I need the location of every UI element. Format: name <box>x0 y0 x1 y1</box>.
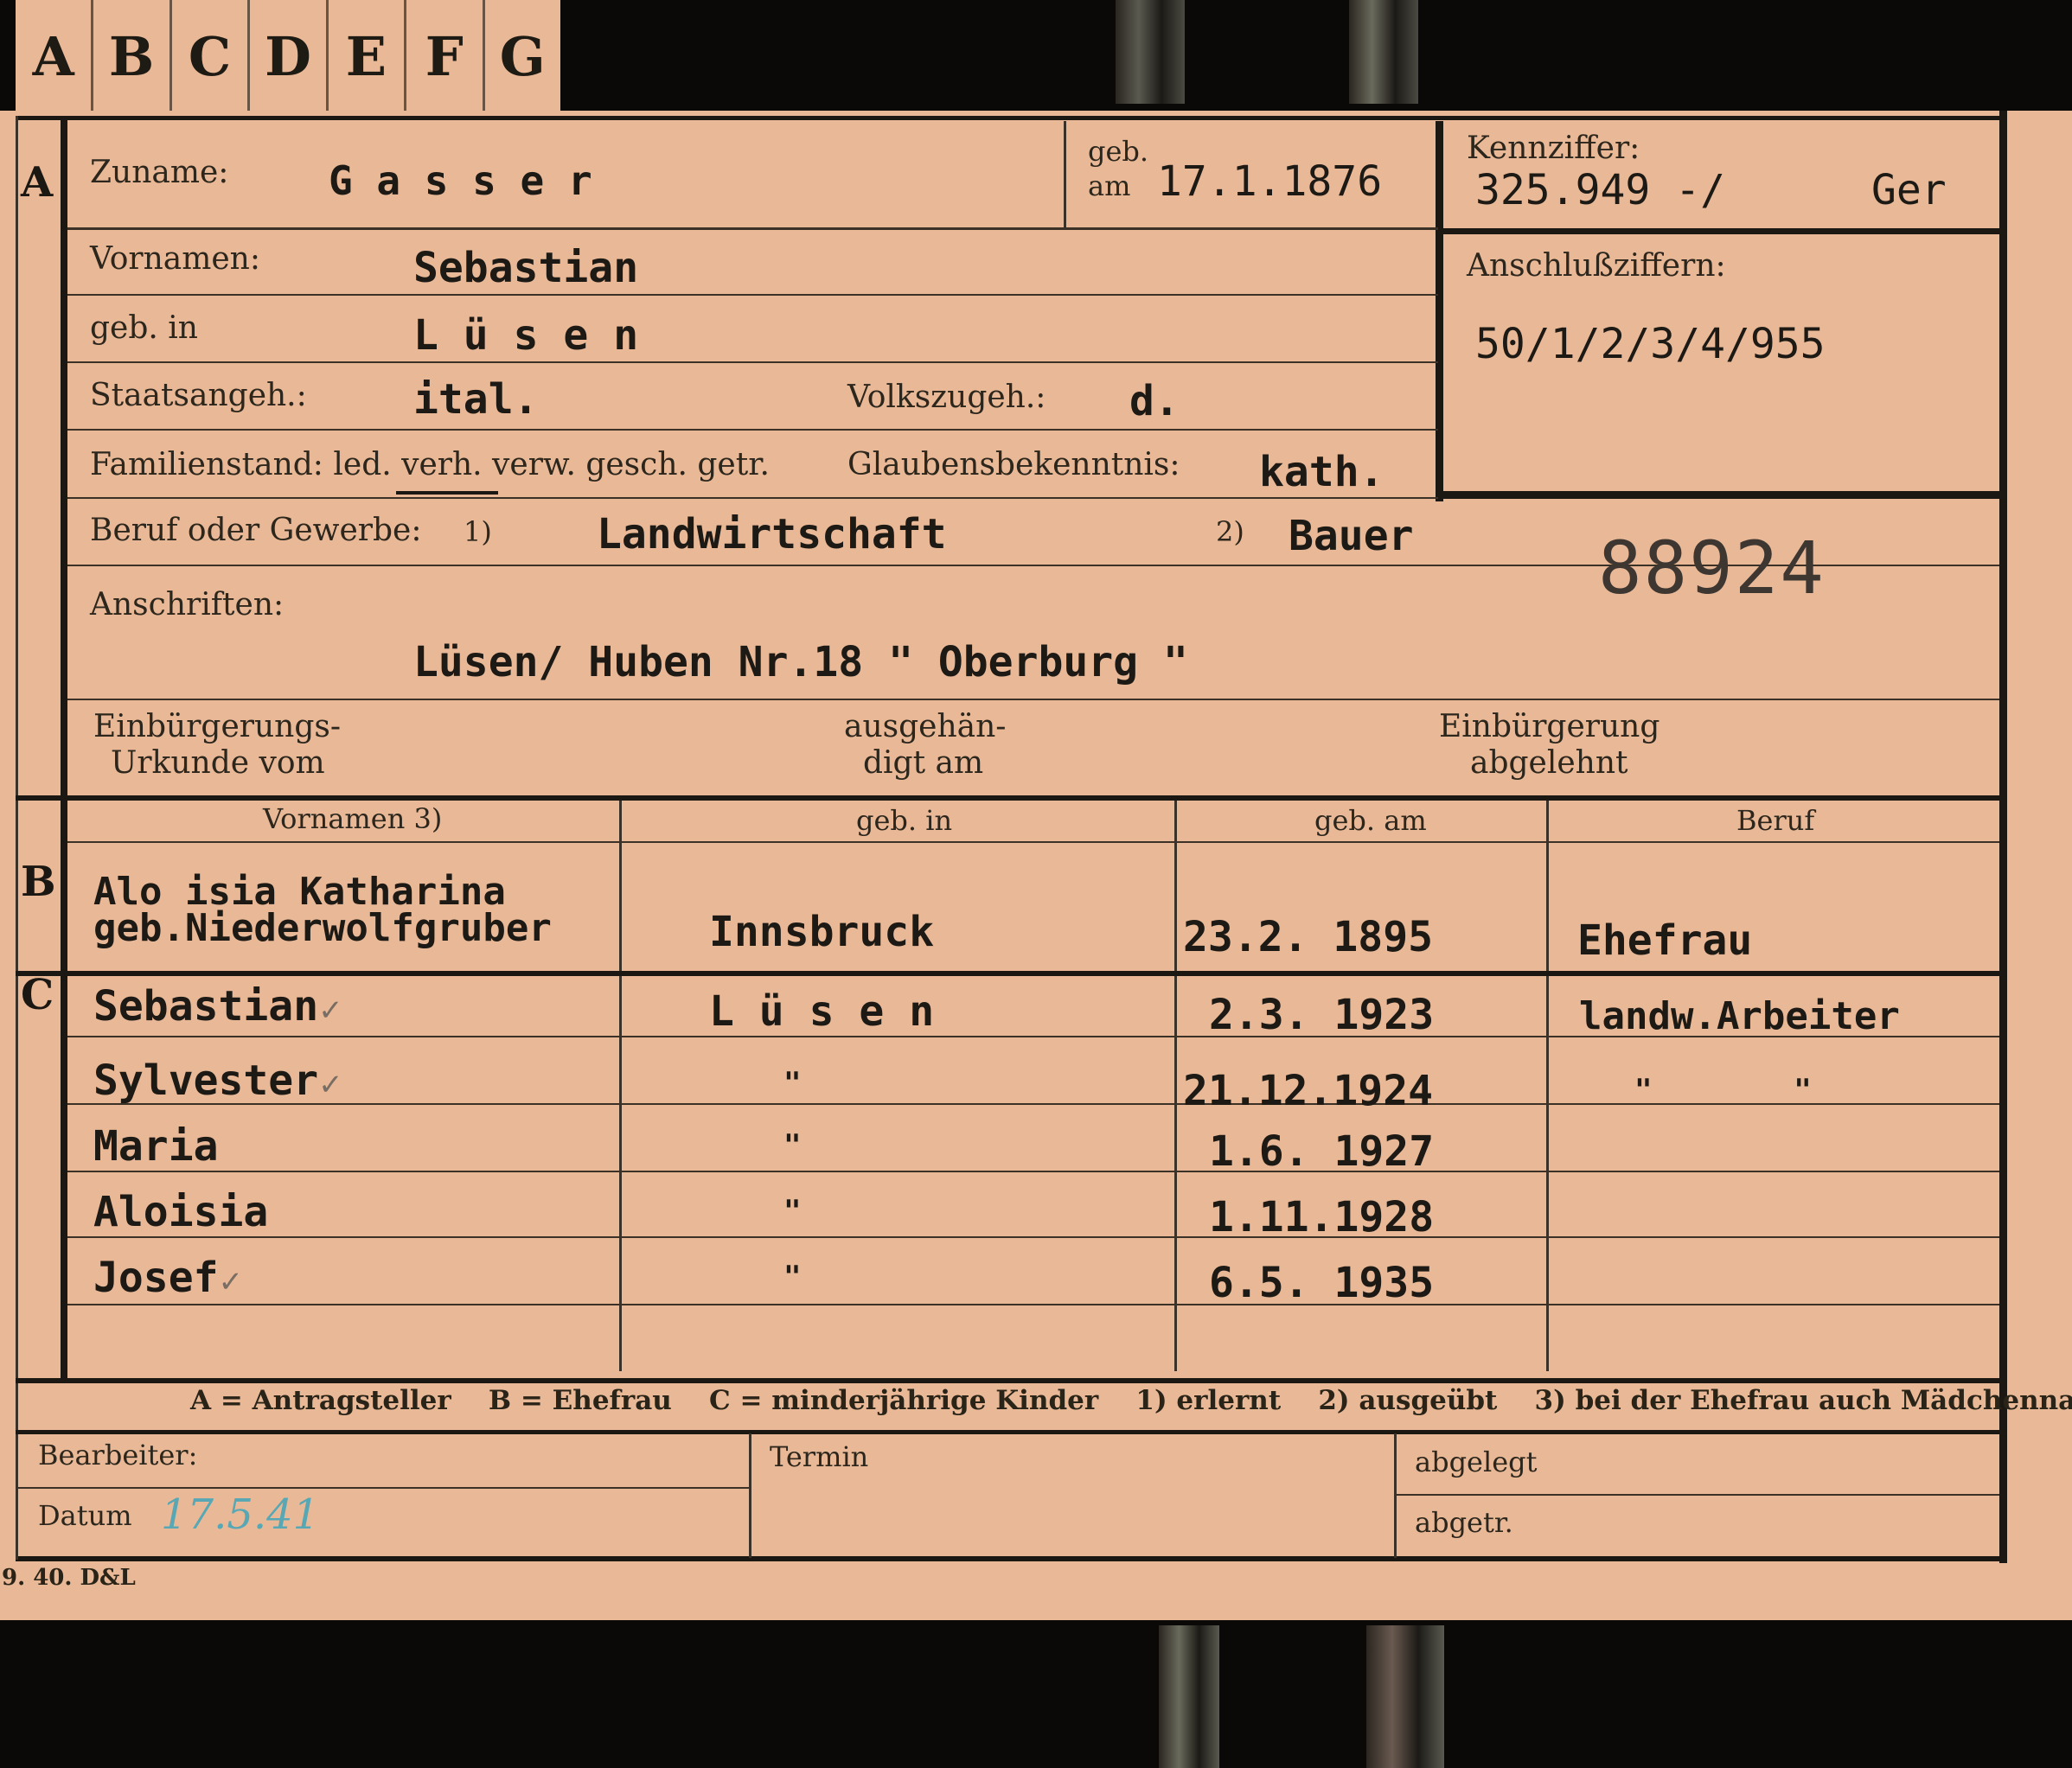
birthplace-label: geb. in <box>90 310 198 346</box>
deadline-label: Termin <box>770 1440 869 1473</box>
handwritten-date: 17.5.41 <box>161 1490 320 1539</box>
occupation-practiced-value: Bauer <box>1289 512 1414 560</box>
surname-label: Zuname: <box>90 155 229 190</box>
child-2-occupation: " " <box>1634 1073 1812 1107</box>
spouse-name-line-2: geb.Niederwolfgruber <box>93 906 552 950</box>
address-value: Lüsen/ Huben Nr.18 " Oberburg " <box>413 638 1188 686</box>
code-value: 325.949 -/ <box>1475 166 1725 214</box>
naturalization-label-2: Urkunde vom <box>111 745 325 781</box>
birth-label-am: am <box>1088 169 1131 202</box>
tab-d[interactable]: D <box>250 0 329 112</box>
number-stamp: 88924 <box>1598 526 1826 610</box>
child-4-name: Aloisia <box>93 1188 269 1236</box>
check-mark-icon: ✓ <box>318 1068 343 1102</box>
family-status-underline <box>396 491 498 495</box>
registration-card: A B C Zuname: G a s s e r geb. am 17.1.1… <box>0 111 2072 1620</box>
section-b-marker: B <box>21 858 56 906</box>
separated-label: abgetr. <box>1415 1506 1513 1539</box>
child-1-birthdate: 2.3. 1923 <box>1209 991 1435 1039</box>
tab-g[interactable]: G <box>485 0 560 112</box>
religion-label: Glaubensbekenntnis: <box>847 447 1180 482</box>
ethnicity-value: d. <box>1129 377 1180 425</box>
binder-clip-bottom <box>1159 1625 1219 1768</box>
index-tabs: A B C D E F G <box>16 0 560 112</box>
spouse-birthdate: 23.2. 1895 <box>1183 913 1433 961</box>
tab-b[interactable]: B <box>93 0 172 112</box>
header-occupation: Beruf <box>1736 804 1815 837</box>
surname-value: G a s s e r <box>329 157 592 204</box>
header-birthdate: geb. am <box>1314 804 1427 837</box>
linked-codes-label: Anschlußziffern: <box>1467 248 1726 284</box>
child-2-name: Sylvester✓ <box>93 1056 343 1105</box>
child-5-birthdate: 6.5. 1935 <box>1209 1259 1435 1307</box>
note-2-marker: 2) <box>1216 515 1244 548</box>
child-3-birthplace: " <box>783 1128 802 1163</box>
check-mark-icon: ✓ <box>318 993 343 1028</box>
spouse-occupation: Ehefrau <box>1577 916 1753 965</box>
child-1-birthplace: L ü s e n <box>709 987 935 1036</box>
binder-clip-top <box>1116 0 1185 104</box>
child-3-name: Maria <box>93 1122 219 1171</box>
tab-a[interactable]: A <box>16 0 94 112</box>
birthplace-value: L ü s e n <box>413 311 639 360</box>
child-5-birthplace: " <box>783 1260 802 1294</box>
binder-clip-bottom-2 <box>1366 1625 1444 1768</box>
tab-f[interactable]: F <box>406 0 485 112</box>
handed-out-label-2: digt am <box>863 745 984 781</box>
naturalization-label-1: Einbürgerungs- <box>93 709 342 744</box>
birth-label-geb: geb. <box>1088 135 1149 168</box>
section-a-marker: A <box>21 158 54 207</box>
ethnicity-label: Volkszugeh.: <box>847 380 1046 415</box>
note-1-marker: 1) <box>464 515 492 548</box>
refused-label-1: Einbürgerung <box>1439 709 1660 744</box>
family-status-label: Familienstand: led. verh. verw. gesch. g… <box>90 447 770 482</box>
clerk-label: Bearbeiter: <box>38 1439 198 1471</box>
child-3-birthdate: 1.6. 1927 <box>1209 1127 1435 1176</box>
refused-label-2: abgelehnt <box>1470 745 1628 781</box>
check-mark-icon: ✓ <box>218 1265 244 1299</box>
handed-out-label-1: ausgehän- <box>844 709 1007 744</box>
citizenship-value: ital. <box>413 375 539 424</box>
child-4-birthdate: 1.11.1928 <box>1209 1193 1435 1241</box>
spouse-birthplace: Innsbruck <box>709 908 935 956</box>
legend: A = Antragsteller B = Ehefrau C = minder… <box>190 1385 2072 1416</box>
binder-clip-top-2 <box>1349 0 1418 104</box>
print-code: 9. 40. D&L <box>2 1565 136 1591</box>
child-2-birthdate: 21.12.1924 <box>1183 1067 1433 1115</box>
address-label: Anschriften: <box>90 587 285 622</box>
birth-date-value: 17.1.1876 <box>1157 157 1383 206</box>
firstnames-value: Sebastian <box>413 244 639 292</box>
header-firstnames: Vornamen 3) <box>263 802 443 835</box>
child-1-name: Sebastian✓ <box>93 982 343 1031</box>
child-4-birthplace: " <box>783 1194 802 1229</box>
occupation-label: Beruf oder Gewerbe: <box>90 513 422 548</box>
tab-e[interactable]: E <box>329 0 407 112</box>
section-c-marker: C <box>21 971 54 1019</box>
filed-label: abgelegt <box>1415 1446 1538 1478</box>
code-suffix: Ger <box>1871 166 1947 214</box>
citizenship-label: Staatsangeh.: <box>90 378 307 413</box>
code-label: Kennziffer: <box>1467 131 1640 166</box>
firstnames-label: Vornamen: <box>90 241 260 277</box>
religion-value: kath. <box>1259 448 1385 496</box>
occupation-learned-value: Landwirtschaft <box>597 510 947 558</box>
tab-c[interactable]: C <box>172 0 251 112</box>
child-1-occupation: landw.Arbeiter <box>1579 994 1900 1038</box>
header-birthplace: geb. in <box>856 804 953 837</box>
child-2-birthplace: " <box>783 1066 802 1101</box>
date-label: Datum <box>38 1499 132 1532</box>
linked-codes-value: 50/1/2/3/4/955 <box>1475 320 1826 368</box>
child-5-name: Josef✓ <box>93 1254 244 1302</box>
